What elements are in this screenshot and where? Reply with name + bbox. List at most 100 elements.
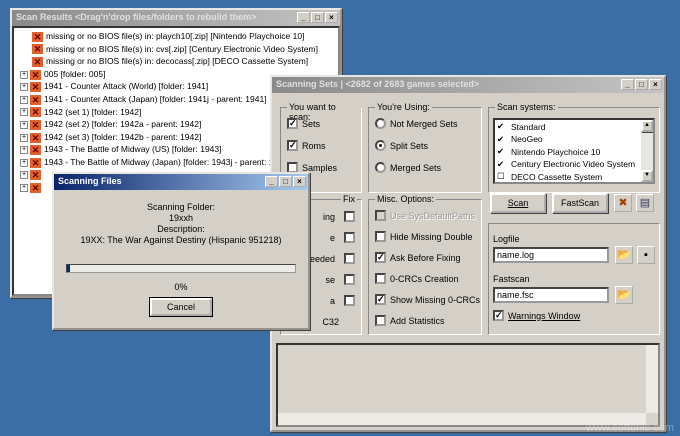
vertical-scrollbar[interactable]: [646, 345, 658, 413]
scan-button[interactable]: Scan: [490, 193, 546, 213]
list-item-label: 1942 (set 2) [folder: 1942a - parent: 19…: [44, 119, 202, 130]
systems-list[interactable]: ✔ Standard ✔ NeoGeo ✔ Nintendo Playchoice 10 ✔…: [493, 118, 655, 184]
list-item[interactable]: + ✕ 1941 - Counter Attack (World) [folder:…: [20, 80, 208, 93]
list-item[interactable]: ✕ missing or no BIOS file(s) in: playch10…: [32, 30, 304, 42]
progress-fill: [67, 265, 70, 272]
checkbox-option[interactable]: ✓ Sets: [287, 118, 320, 129]
checkbox[interactable]: ✓: [287, 118, 298, 129]
expand-icon[interactable]: +: [20, 158, 28, 167]
logfile-input[interactable]: name.log: [493, 247, 609, 263]
title-bar[interactable]: Scanning Sets | <2682 of 2683 games sele…: [272, 77, 664, 93]
checkbox-option[interactable]: ✓ Show Missing 0-CRCs: [375, 294, 480, 305]
checkbox[interactable]: [375, 273, 386, 284]
checkbox[interactable]: [375, 315, 386, 326]
list-item-label: 1941 - Counter Attack (Japan) [folder: 1…: [44, 94, 267, 104]
progress-bar: [66, 264, 296, 273]
list-item[interactable]: + ✕ 1942 (set 1) [folder: 1942]: [20, 106, 141, 118]
close-button[interactable]: ×: [649, 79, 662, 90]
system-item[interactable]: ✔ Standard: [497, 121, 546, 132]
expand-icon[interactable]: +: [20, 108, 28, 117]
output-log-area[interactable]: [276, 343, 660, 427]
save-icon[interactable]: ▪: [637, 246, 655, 264]
radio-option[interactable]: Split Sets: [375, 140, 428, 151]
list-item[interactable]: ✕ missing or no BIOS file(s) in: decocass…: [32, 55, 308, 67]
fastscan-input[interactable]: name.fsc: [493, 287, 609, 303]
close-button[interactable]: ×: [325, 12, 338, 23]
expand-icon[interactable]: +: [20, 171, 28, 180]
maximize-button[interactable]: □: [635, 79, 648, 90]
check-icon[interactable]: ✔: [497, 146, 507, 157]
radio-option[interactable]: Not Merged Sets: [375, 118, 458, 129]
system-item[interactable]: ✔ Century Electronic Video System: [497, 159, 635, 170]
maximize-button[interactable]: □: [279, 176, 292, 187]
fix-checkbox[interactable]: [344, 253, 355, 264]
list-item[interactable]: + ✕: [20, 181, 44, 193]
radio-button[interactable]: [375, 118, 386, 129]
fix-checkbox[interactable]: [344, 295, 355, 306]
cancel-button[interactable]: Cancel: [149, 297, 213, 317]
fix-option-label: C32: [322, 317, 339, 327]
expand-icon[interactable]: +: [20, 120, 28, 129]
system-item[interactable]: ☐ DECO Cassette System: [497, 171, 602, 182]
radio-button[interactable]: [375, 162, 386, 173]
list-item-label: 005 [folder: 005]: [44, 68, 106, 79]
checkbox[interactable]: ✓: [375, 294, 386, 305]
expand-icon[interactable]: +: [20, 70, 28, 79]
expand-icon[interactable]: +: [20, 133, 28, 142]
list-item[interactable]: + ✕ 1942 (set 2) [folder: 1942a - parent: …: [20, 118, 201, 130]
checkbox[interactable]: [375, 231, 386, 242]
open-folder-icon[interactable]: 📂: [615, 286, 633, 304]
fix-checkbox[interactable]: [344, 274, 355, 285]
minimize-button[interactable]: _: [297, 12, 310, 23]
radio-option[interactable]: Merged Sets: [375, 162, 441, 173]
fix-checkbox[interactable]: [344, 232, 355, 243]
minimize-button[interactable]: _: [621, 79, 634, 90]
checkbox-option[interactable]: Add Statistics: [375, 315, 445, 326]
fix-icon[interactable]: ✖: [614, 194, 632, 212]
check-icon[interactable]: ✔: [497, 159, 507, 170]
checkbox-option[interactable]: 0-CRCs Creation: [375, 273, 459, 284]
checkbox-option[interactable]: ✓ Roms: [287, 140, 326, 151]
warnings-window-checkbox[interactable]: ✓ Warnings Window: [493, 310, 580, 321]
group-label: Fix: [341, 194, 357, 204]
checkbox[interactable]: ✓: [493, 310, 504, 321]
expand-icon[interactable]: +: [20, 83, 28, 92]
title-bar[interactable]: Scan Results <Drag'n'drop files/folders …: [12, 10, 340, 26]
expand-icon[interactable]: +: [20, 183, 28, 192]
progress-text: 0%: [174, 282, 188, 292]
list-item[interactable]: + ✕ 005 [folder: 005]: [20, 68, 105, 80]
list-item[interactable]: + ✕ 1942 (set 3) [folder: 1942b - parent: …: [20, 131, 201, 143]
list-item[interactable]: + ✕ 1941 - Counter Attack (Japan) [folder:…: [20, 93, 267, 105]
fastscan-button[interactable]: FastScan: [552, 193, 608, 213]
list-item[interactable]: + ✕ 1943 - The Battle of Midway (US) [fold…: [20, 143, 222, 156]
checkbox-option[interactable]: Use SysDefaultPaths: [375, 210, 475, 221]
close-button[interactable]: ×: [293, 176, 306, 187]
expand-icon[interactable]: +: [20, 146, 28, 155]
list-item[interactable]: + ✕ 1943 - The Battle of Midway (Japan) [f…: [20, 156, 290, 168]
title-bar[interactable]: Scanning Files _ □ ×: [54, 174, 308, 190]
list-item[interactable]: + ✕: [20, 169, 44, 181]
scrollbar[interactable]: ▲ ▼: [641, 120, 653, 182]
minimize-button[interactable]: _: [265, 176, 278, 187]
maximize-button[interactable]: □: [311, 12, 324, 23]
system-item[interactable]: ✔ NeoGeo: [497, 134, 543, 145]
check-icon[interactable]: ☐: [497, 171, 507, 182]
checkbox[interactable]: ✓: [375, 252, 386, 263]
checkbox-option[interactable]: Hide Missing Double: [375, 231, 473, 242]
option-label: Split Sets: [390, 140, 429, 151]
checkbox-option[interactable]: ✓ Ask Before Fixing: [375, 252, 461, 263]
fix-checkbox[interactable]: [344, 211, 355, 222]
expand-icon[interactable]: +: [20, 95, 28, 104]
group-label: You're Using:: [375, 102, 432, 112]
checkbox[interactable]: [375, 210, 386, 221]
checkbox[interactable]: ✓: [287, 140, 298, 151]
radio-button[interactable]: [375, 140, 386, 151]
settings-icon[interactable]: ▤: [636, 194, 654, 212]
error-icon: ✕: [30, 107, 41, 118]
check-icon[interactable]: ✔: [497, 134, 507, 145]
check-icon[interactable]: ✔: [497, 121, 507, 132]
list-item[interactable]: ✕ missing or no BIOS file(s) in: cvs[.zip…: [32, 43, 318, 55]
system-item[interactable]: ✔ Nintendo Playchoice 10: [497, 146, 600, 157]
open-folder-icon[interactable]: 📂: [615, 246, 633, 264]
window-title: Scanning Sets | <2682 of 2683 games sele…: [276, 79, 480, 89]
